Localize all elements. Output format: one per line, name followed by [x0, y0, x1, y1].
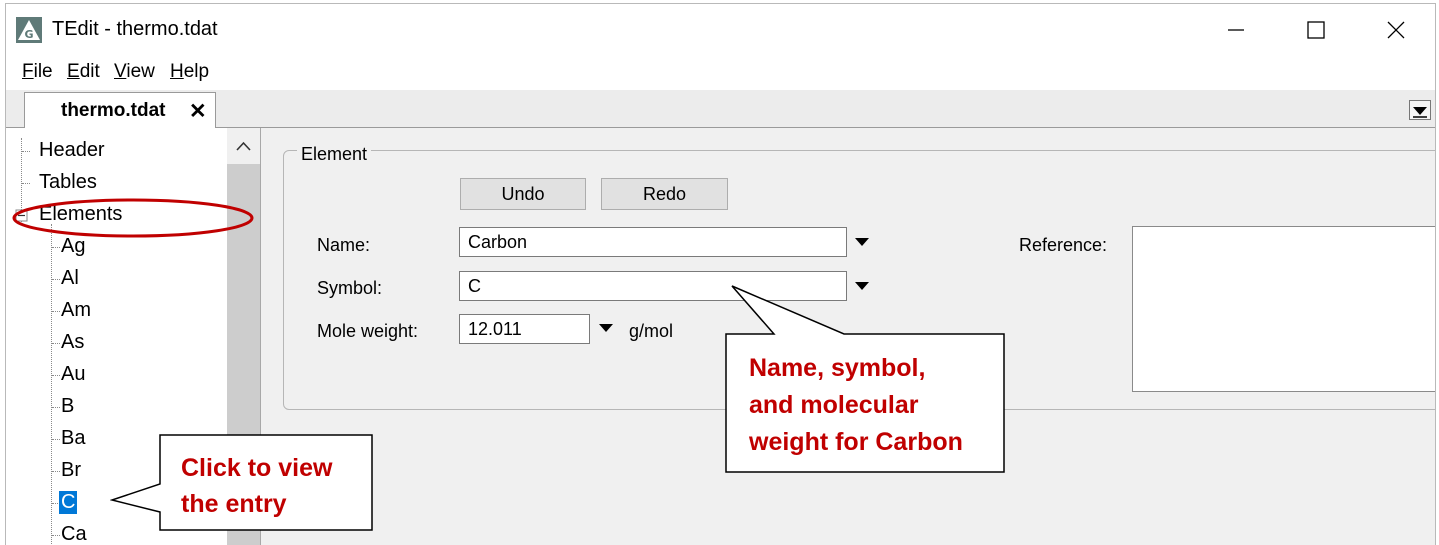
tree-connector	[22, 183, 30, 184]
tree-item-element[interactable]: Ca	[61, 523, 87, 545]
scroll-up-button[interactable]	[227, 128, 260, 164]
maximize-icon	[1307, 21, 1325, 39]
menu-view[interactable]: View	[114, 61, 155, 83]
tree-connector	[52, 247, 60, 248]
tree-item-tables[interactable]: Tables	[39, 171, 97, 194]
highlight-ellipse	[12, 198, 254, 238]
tree-connector	[52, 535, 60, 536]
redo-button[interactable]: Redo	[601, 178, 728, 210]
callout-name-symbol-line2: and molecular	[749, 391, 919, 419]
tree-item-element[interactable]: Ba	[61, 427, 85, 450]
tree-item-header[interactable]: Header	[39, 139, 105, 162]
tab-close-icon[interactable]: ✕	[189, 99, 207, 124]
mole-weight-field[interactable]: 12.011	[459, 314, 590, 344]
minimize-button[interactable]	[1196, 12, 1276, 48]
tree-item-element[interactable]: Am	[61, 299, 91, 322]
app-logo-icon: G	[16, 17, 42, 43]
tree-connector	[22, 151, 30, 152]
mole-weight-label: Mole weight:	[317, 321, 419, 341]
close-window-button[interactable]	[1356, 12, 1435, 48]
mole-weight-unit: g/mol	[629, 321, 674, 341]
tree-connector	[52, 439, 60, 440]
window-title: TEdit - thermo.tdat	[52, 18, 218, 40]
tree-item-element[interactable]: B	[61, 395, 74, 418]
reference-textarea[interactable]	[1132, 226, 1435, 392]
chevron-up-icon	[236, 141, 251, 151]
svg-text:G: G	[24, 28, 33, 41]
title-bar: G TEdit - thermo.tdat	[6, 4, 1435, 54]
tree-item-element[interactable]: As	[61, 331, 84, 354]
tab-list-button[interactable]	[1409, 100, 1431, 120]
name-field[interactable]: Carbon	[459, 227, 847, 257]
tree-connector	[52, 407, 60, 408]
tree-connector	[52, 375, 60, 376]
tree-connector	[52, 471, 60, 472]
callout-click-entry-line1: Click to view	[181, 454, 333, 482]
reference-label: Reference:	[1019, 235, 1108, 255]
menu-help[interactable]: Help	[170, 61, 209, 83]
name-dropdown-icon[interactable]	[855, 238, 869, 246]
tree-connector	[52, 279, 60, 280]
tree-item-selected[interactable]: C	[59, 491, 78, 514]
mole-weight-dropdown-icon[interactable]	[599, 324, 613, 332]
tab-strip: thermo.tdat ✕	[6, 90, 1435, 128]
group-legend: Element	[297, 144, 372, 165]
symbol-label: Symbol:	[317, 278, 383, 298]
callout-name-symbol-line3: weight for Carbon	[749, 428, 963, 456]
menu-edit[interactable]: Edit	[67, 61, 100, 83]
tree-item-element[interactable]: Br	[61, 459, 81, 482]
tree-connector	[52, 311, 60, 312]
tree-item-element[interactable]: Al	[61, 267, 79, 290]
tree-connector	[52, 343, 60, 344]
callout-click-entry-line2: the entry	[181, 490, 287, 518]
menu-file[interactable]: File	[22, 61, 53, 83]
minimize-icon	[1228, 29, 1244, 31]
callout-name-symbol-line1: Name, symbol,	[749, 354, 926, 382]
maximize-button[interactable]	[1276, 12, 1356, 48]
menu-bar: File Edit View Help	[6, 54, 1435, 91]
name-label: Name:	[317, 235, 371, 255]
tab-label: thermo.tdat	[61, 100, 166, 121]
undo-button[interactable]: Undo	[460, 178, 586, 210]
chevron-down-icon	[1413, 107, 1427, 118]
close-icon	[1387, 21, 1405, 39]
tab-thermo[interactable]: thermo.tdat ✕	[24, 92, 216, 128]
tree-item-element[interactable]: Au	[61, 363, 85, 386]
tree-guide	[51, 224, 52, 545]
